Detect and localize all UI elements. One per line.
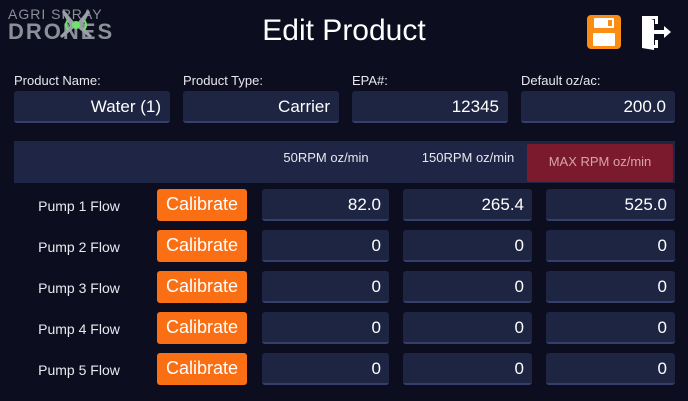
exit-icon[interactable] <box>634 12 674 52</box>
default-oz-ac-label: Default oz/ac: <box>521 73 601 88</box>
pump-2-calibrate-button[interactable]: Calibrate <box>157 230 247 262</box>
pump-4-label: Pump 4 Flow <box>38 321 120 337</box>
product-name-label: Product Name: <box>14 73 101 88</box>
pump-3-flow-150[interactable]: 0 <box>403 271 532 303</box>
pump-4-flow-50[interactable]: 0 <box>262 312 389 344</box>
pump-1-label: Pump 1 Flow <box>38 198 120 214</box>
pump-1-flow-max[interactable]: 525.0 <box>546 189 675 221</box>
pump-5-calibrate-button[interactable]: Calibrate <box>157 353 247 385</box>
pump-5-label: Pump 5 Flow <box>38 362 120 378</box>
pump-3-flow-max[interactable]: 0 <box>546 271 675 303</box>
pump-4-flow-150[interactable]: 0 <box>403 312 532 344</box>
epa-label: EPA#: <box>352 73 388 88</box>
pump-3-calibrate-button[interactable]: Calibrate <box>157 271 247 303</box>
pump-2-flow-50[interactable]: 0 <box>262 230 389 262</box>
product-type-field[interactable]: Carrier <box>183 91 339 123</box>
pump-5-flow-max[interactable]: 0 <box>546 353 675 385</box>
pump-5-flow-150[interactable]: 0 <box>403 353 532 385</box>
rpm-col-150: 150RPM oz/min <box>421 150 515 165</box>
rpm-col-50: 50RPM oz/min <box>283 150 369 165</box>
pump-1-calibrate-button[interactable]: Calibrate <box>157 189 247 221</box>
pump-2-flow-150[interactable]: 0 <box>403 230 532 262</box>
pump-5-flow-50[interactable]: 0 <box>262 353 389 385</box>
epa-field[interactable]: 12345 <box>352 91 508 123</box>
product-name-field[interactable]: Water (1) <box>14 91 170 123</box>
save-icon[interactable] <box>584 12 624 52</box>
pump-1-flow-150[interactable]: 265.4 <box>403 189 532 221</box>
pump-4-calibrate-button[interactable]: Calibrate <box>157 312 247 344</box>
pump-4-flow-max[interactable]: 0 <box>546 312 675 344</box>
default-oz-ac-field[interactable]: 200.0 <box>521 91 675 123</box>
pump-3-flow-50[interactable]: 0 <box>262 271 389 303</box>
pump-3-label: Pump 3 Flow <box>38 280 120 296</box>
pump-2-flow-max[interactable]: 0 <box>546 230 675 262</box>
pump-1-flow-50[interactable]: 82.0 <box>262 189 389 221</box>
rpm-col-max[interactable]: MAX RPM oz/min <box>527 144 673 182</box>
pump-2-label: Pump 2 Flow <box>38 239 120 255</box>
product-type-label: Product Type: <box>183 73 263 88</box>
